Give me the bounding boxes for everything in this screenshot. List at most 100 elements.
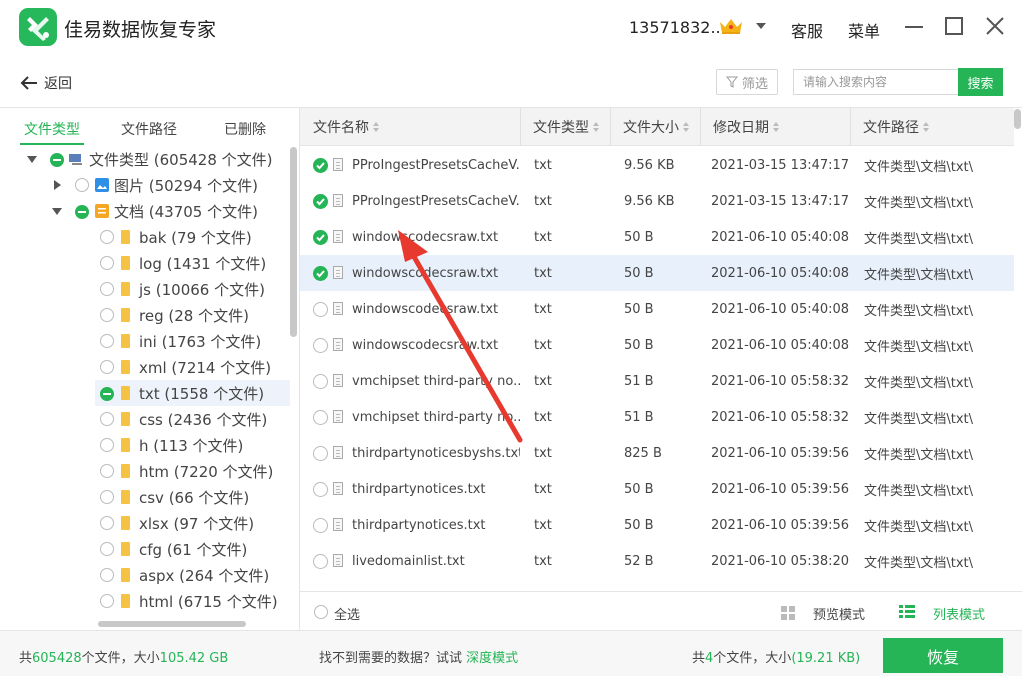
tree-root[interactable]: 文件类型 (605428 个文件)	[0, 146, 290, 172]
collapse-icon[interactable]	[54, 180, 61, 190]
tree-item-txt[interactable]: txt (1558 个文件)	[0, 380, 290, 406]
checked-icon[interactable]	[313, 266, 328, 281]
table-row[interactable]: windowscodecsraw.txt txt 50 B 2021-06-10 05…	[300, 291, 1014, 327]
column-divider[interactable]	[850, 108, 851, 146]
checked-icon[interactable]	[313, 158, 328, 173]
checkbox-icon[interactable]	[100, 412, 114, 426]
preview-mode-button[interactable]: 预览模式	[813, 604, 865, 623]
table-row[interactable]: thirdpartynoticesbyshs.txt txt 825 B 2021-0…	[300, 435, 1014, 471]
recover-button[interactable]: 恢复	[883, 638, 1003, 673]
tab-file-type[interactable]: 文件类型	[24, 119, 80, 139]
filter-button[interactable]: 筛选	[716, 69, 778, 95]
table-row[interactable]: thirdpartynotices.txt txt 50 B 2021-06-10 0…	[300, 507, 1014, 543]
user-account[interactable]: 13571832...	[629, 18, 726, 37]
checkbox-icon[interactable]	[100, 542, 114, 556]
list-vertical-scrollbar[interactable]	[1014, 109, 1021, 129]
table-row[interactable]: windowscodecsraw.txt txt 50 B 2021-06-10 05…	[300, 255, 1014, 291]
tree-horizontal-scrollbar[interactable]	[98, 621, 246, 627]
table-row[interactable]: PProIngestPresetsCacheV... txt 9.56 KB 2021…	[300, 183, 1014, 219]
list-view-icon[interactable]	[899, 605, 915, 619]
checkbox-icon[interactable]	[313, 482, 328, 497]
select-all-label[interactable]: 全选	[334, 604, 360, 623]
table-row[interactable]: vmchipset third-party no... txt 51 B 2021-0…	[300, 363, 1014, 399]
checkbox-icon[interactable]	[100, 490, 114, 504]
checkbox-icon[interactable]	[100, 282, 114, 296]
tree-item-bak[interactable]: bak (79 个文件)	[0, 224, 290, 250]
table-row[interactable]: PProIngestPresetsCacheV... txt 9.56 KB 2021…	[300, 147, 1014, 183]
checkbox-icon[interactable]	[75, 178, 89, 192]
checkbox-icon[interactable]	[313, 446, 328, 461]
menu-button[interactable]: 菜单	[848, 18, 880, 42]
checkbox-icon[interactable]	[100, 594, 114, 608]
table-row[interactable]: thirdpartynotices.txt txt 50 B 2021-06-10 0…	[300, 471, 1014, 507]
close-icon[interactable]	[985, 16, 1005, 36]
expand-icon[interactable]	[52, 208, 62, 215]
partial-check-icon[interactable]	[75, 205, 89, 219]
tree-item-js[interactable]: js (10066 个文件)	[0, 276, 290, 302]
tree-item-cfg[interactable]: cfg (61 个文件)	[0, 536, 290, 562]
deep-mode-link[interactable]: 深度模式	[466, 651, 518, 666]
partial-check-icon[interactable]	[100, 387, 114, 401]
tree-item-aspx[interactable]: aspx (264 个文件)	[0, 562, 290, 588]
checkbox-icon[interactable]	[313, 554, 328, 569]
column-divider[interactable]	[520, 108, 521, 146]
checkbox-icon[interactable]	[100, 464, 114, 478]
checkbox-icon[interactable]	[100, 334, 114, 348]
cell-file-type: txt	[534, 481, 552, 497]
maximize-icon[interactable]	[945, 17, 963, 35]
column-header-size[interactable]: 文件大小	[623, 108, 689, 146]
tree-item-htm[interactable]: htm (7220 个文件)	[0, 458, 290, 484]
column-header-path[interactable]: 文件路径	[863, 108, 929, 146]
tree-item-css[interactable]: css (2436 个文件)	[0, 406, 290, 432]
tab-deleted[interactable]: 已删除	[224, 119, 266, 139]
column-divider[interactable]	[610, 108, 611, 146]
checkbox-icon[interactable]	[100, 568, 114, 582]
checkbox-icon[interactable]	[100, 438, 114, 452]
tree-item-log[interactable]: log (1431 个文件)	[0, 250, 290, 276]
selected-size: (19.21 KB)	[791, 651, 861, 666]
table-row[interactable]: windowscodecsraw.txt txt 50 B 2021-06-10 05…	[300, 327, 1014, 363]
tab-file-path[interactable]: 文件路径	[121, 119, 177, 139]
checkbox-icon[interactable]	[313, 518, 328, 533]
tree-item-ini[interactable]: ini (1763 个文件)	[0, 328, 290, 354]
checkbox-icon[interactable]	[313, 338, 328, 353]
table-row[interactable]: vmchipset third-party no... txt 51 B 2021-0…	[300, 399, 1014, 435]
checkbox-icon[interactable]	[100, 308, 114, 322]
expand-icon[interactable]	[27, 156, 37, 163]
account-dropdown-icon[interactable]	[756, 23, 766, 29]
column-header-date[interactable]: 修改日期	[713, 108, 779, 146]
partial-check-icon[interactable]	[50, 153, 64, 167]
tree-item-xml[interactable]: xml (7214 个文件)	[0, 354, 290, 380]
checkbox-icon[interactable]	[100, 230, 114, 244]
back-button[interactable]: 返回	[20, 72, 72, 94]
minimize-icon[interactable]	[905, 26, 923, 28]
checkbox-icon[interactable]	[100, 256, 114, 270]
cell-file-type: txt	[534, 373, 552, 389]
select-all-checkbox[interactable]	[314, 605, 328, 619]
tree-item-h[interactable]: h (113 个文件)	[0, 432, 290, 458]
list-mode-button[interactable]: 列表模式	[933, 604, 985, 623]
checkbox-icon[interactable]	[313, 374, 328, 389]
column-divider[interactable]	[700, 108, 701, 146]
tree-item-html[interactable]: html (6715 个文件)	[0, 588, 290, 614]
table-row[interactable]: windowscodecsraw.txt txt 50 B 2021-06-10 05…	[300, 219, 1014, 255]
column-header-type[interactable]: 文件类型	[533, 108, 599, 146]
checkbox-icon[interactable]	[100, 516, 114, 530]
grid-view-icon[interactable]	[781, 606, 795, 620]
table-row[interactable]: livedomainlist.txt txt 52 B 2021-06-10 05:3…	[300, 543, 1014, 579]
tree-item-reg[interactable]: reg (28 个文件)	[0, 302, 290, 328]
checkbox-icon[interactable]	[313, 410, 328, 425]
service-button[interactable]: 客服	[791, 18, 823, 42]
search-input[interactable]	[793, 69, 958, 95]
tree-images[interactable]: 图片 (50294 个文件)	[0, 172, 290, 198]
checkbox-icon[interactable]	[100, 360, 114, 374]
column-header-name[interactable]: 文件名称	[313, 108, 379, 146]
checked-icon[interactable]	[313, 230, 328, 245]
tree-item-csv[interactable]: csv (66 个文件)	[0, 484, 290, 510]
tree-docs[interactable]: 文档 (43705 个文件)	[0, 198, 290, 224]
search-button[interactable]: 搜索	[958, 68, 1003, 96]
tree-vertical-scrollbar[interactable]	[290, 147, 297, 337]
checkbox-icon[interactable]	[313, 302, 328, 317]
checked-icon[interactable]	[313, 194, 328, 209]
tree-item-xlsx[interactable]: xlsx (97 个文件)	[0, 510, 290, 536]
